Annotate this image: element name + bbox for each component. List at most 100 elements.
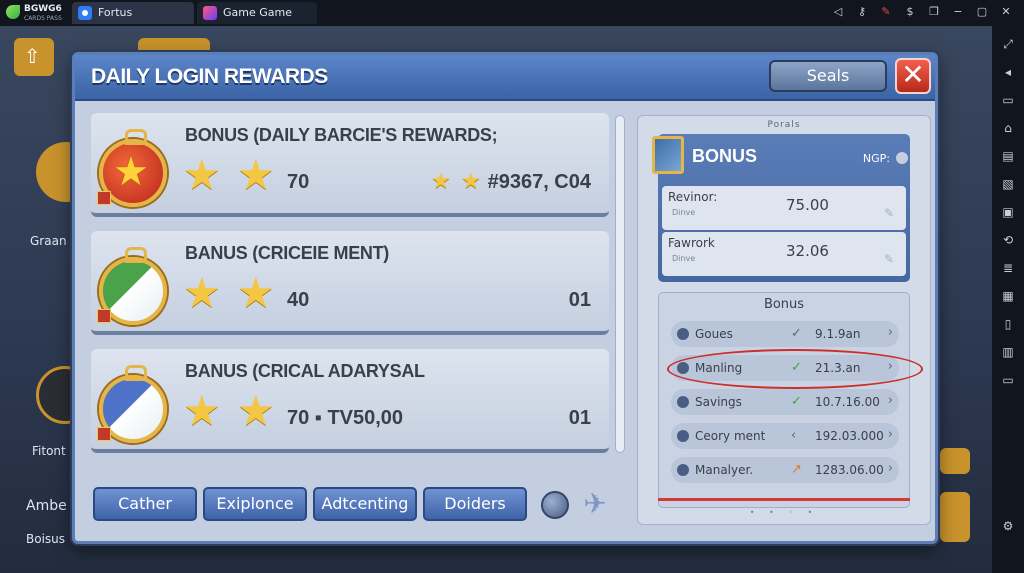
reward-card-daily[interactable]: ★ BONUS (DAILY BARCIE'S REWARDS; ★ ★ 70 … <box>91 113 609 217</box>
tab-adtcenting[interactable]: Adtcenting <box>313 487 417 521</box>
bonus-row-sub: Dinve <box>672 208 696 217</box>
reward-card-criceie[interactable]: BANUS (CRICEIE MENT) ★ ★ 40 01 <box>91 231 609 335</box>
minimize-icon[interactable]: − <box>950 4 966 20</box>
bonus-row-label: Revinor: <box>668 190 718 204</box>
tab-fortus[interactable]: Fortus <box>72 2 194 24</box>
tag-icon <box>97 191 111 205</box>
close-icon[interactable]: ✕ <box>998 4 1014 20</box>
bonus-badge-icon <box>652 136 684 174</box>
star-icon: ★ <box>183 150 221 199</box>
folder-icon[interactable]: ▣ <box>1000 204 1016 220</box>
bonus-row-label: Fawrork <box>668 236 715 250</box>
medal-icon: ★ <box>97 129 167 207</box>
bonus-list-item[interactable]: Savings ✓ 10.7.16.00 › <box>671 389 899 415</box>
chevron-right-icon: › <box>887 461 893 476</box>
screenshot-icon[interactable]: ▧ <box>1000 176 1016 192</box>
bonus-row-value: 32.06 <box>786 242 829 260</box>
bonus-list-item[interactable]: Manalyer. ↗ 1283.06.00 › <box>671 457 899 483</box>
bonus-row[interactable]: Fawrork Dinve 32.06 ✎ <box>662 232 906 276</box>
bonus-side-panel: Porals BONUS NGP: Revinor: Dinve 75.00 ✎… <box>637 115 931 525</box>
daily-login-rewards-dialog: DAILY LOGIN REWARDS Seals ✕ ★ BONUS (DAI… <box>72 52 938 544</box>
bonus-card-title: BONUS <box>692 146 758 166</box>
upgrade-button[interactable] <box>14 38 54 76</box>
emulator-logo: BGWG6 CARDS PASS <box>4 2 66 24</box>
display-icon[interactable]: ▭ <box>1000 372 1016 388</box>
info-icon[interactable] <box>896 152 908 164</box>
copy-icon[interactable]: ❐ <box>926 4 942 20</box>
app-icon <box>78 6 92 20</box>
star-icon: ★ <box>461 169 481 194</box>
reward-code: #9367, C04 <box>487 171 591 193</box>
reward-title: BONUS (DAILY BARCIE'S REWARDS; <box>185 125 498 145</box>
reward-title: BANUS (CRICEIE MENT) <box>185 243 389 263</box>
bonus-list: Bonus Goues ✓ 9.1.9an › Manling ✓ 21.3.a… <box>658 292 923 508</box>
background-panel <box>940 492 970 542</box>
screen-icon[interactable]: ▭ <box>1000 92 1016 108</box>
background-panel <box>940 448 970 474</box>
bonus-row-sub: Dinve <box>672 254 696 263</box>
tablet-icon[interactable]: ▯ <box>1000 316 1016 332</box>
background-label: Boisus <box>26 532 66 546</box>
tab-cather[interactable]: Cather <box>93 487 197 521</box>
settings-icon[interactable]: ⚙ <box>1000 518 1016 534</box>
page-indicator[interactable]: • • ◦ • <box>638 508 930 517</box>
rewards-scrollbar[interactable] <box>615 115 625 453</box>
reward-value: 70 <box>287 171 310 193</box>
bonus-list-item[interactable]: Goues ✓ 9.1.9an › <box>671 321 899 347</box>
dialog-title: DAILY LOGIN REWARDS <box>91 65 328 88</box>
chevron-right-icon: › <box>887 427 893 442</box>
item-value: 9.1.9an <box>815 327 861 341</box>
chevron-right-icon: › <box>887 393 893 408</box>
globe-icon[interactable] <box>541 491 569 519</box>
emulator-title-bar: BGWG6 CARDS PASS Fortus Game Game ◁ ⚷ ✎ … <box>0 0 1024 26</box>
background-label: Graan <box>30 234 67 248</box>
tab-label: Fortus <box>98 6 133 19</box>
restore-icon[interactable]: ▢ <box>974 4 990 20</box>
eco-icon[interactable]: ▦ <box>1000 288 1016 304</box>
edit-icon[interactable]: ✎ <box>884 206 898 220</box>
macro-icon[interactable]: ⌂ <box>1000 120 1016 136</box>
progress-underline <box>658 498 910 501</box>
volume-icon[interactable]: ◂ <box>1000 64 1016 80</box>
coin-icon[interactable]: $ <box>902 4 918 20</box>
star-icon: ★ <box>237 268 275 317</box>
chevron-left-icon: ‹ <box>791 428 797 443</box>
layers-icon[interactable]: ≣ <box>1000 260 1016 276</box>
background-label: Fitont <box>32 444 66 458</box>
tab-game-game[interactable]: Game Game <box>197 2 317 24</box>
seals-button[interactable]: Seals <box>769 60 887 92</box>
dialog-header: DAILY LOGIN REWARDS Seals ✕ <box>75 55 935 101</box>
tab-doiders[interactable]: Doiders <box>423 487 527 521</box>
star-icon: ★ <box>431 169 451 194</box>
sync-icon[interactable]: ⟲ <box>1000 232 1016 248</box>
item-label: Manalyer. <box>695 463 754 477</box>
back-icon[interactable]: ◁ <box>830 4 846 20</box>
tab-exiplonce[interactable]: Exiplonce <box>203 487 307 521</box>
close-dialog-button[interactable]: ✕ <box>895 58 931 94</box>
chart-icon[interactable]: ▥ <box>1000 344 1016 360</box>
item-icon <box>677 430 689 442</box>
edit-icon[interactable]: ✎ <box>884 252 898 266</box>
item-value: 1283.06.00 <box>815 463 884 477</box>
bonus-list-item[interactable]: Ceory ment ‹ 192.03.000 › <box>671 423 899 449</box>
tab-label: Game Game <box>223 6 292 19</box>
bonus-row[interactable]: Revinor: Dinve 75.00 ✎ <box>662 186 906 230</box>
status-mark-icon: ✓ <box>791 326 802 341</box>
highlight-annotation <box>667 349 923 389</box>
item-label: Goues <box>695 327 733 341</box>
plane-icon[interactable]: ✈ <box>579 489 611 519</box>
bonus-card: BONUS NGP: Revinor: Dinve 75.00 ✎ Fawror… <box>652 134 910 282</box>
bonus-card-code: NGP: <box>862 152 890 165</box>
key-icon[interactable]: ⚷ <box>854 4 870 20</box>
leaf-logo-icon <box>6 5 20 19</box>
apk-icon[interactable]: ▤ <box>1000 148 1016 164</box>
chevron-right-icon: › <box>887 325 893 340</box>
pen-icon[interactable]: ✎ <box>878 4 894 20</box>
star-icon: ★ <box>237 150 275 199</box>
tag-icon <box>97 427 111 441</box>
trend-icon: ↗ <box>791 462 802 477</box>
expand-icon[interactable]: ⤢ <box>1000 36 1016 52</box>
medal-icon <box>97 365 167 443</box>
item-label: Savings <box>695 395 742 409</box>
reward-card-crical[interactable]: BANUS (CRICAL ADARYSAL ★ ★ 70 ▪ TV50,00 … <box>91 349 609 453</box>
